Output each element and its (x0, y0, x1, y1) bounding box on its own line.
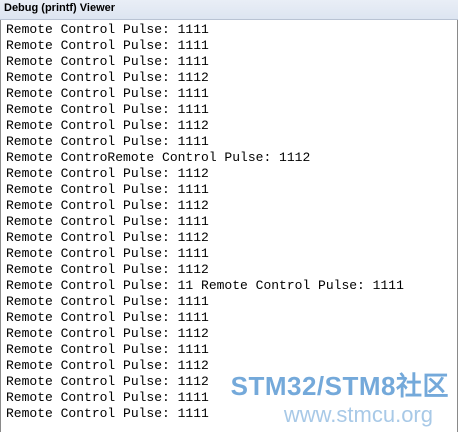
log-line: Remote Control Pulse: 1112 (6, 374, 209, 389)
log-line: Remote Control Pulse: 1112 (6, 198, 209, 213)
log-line: Remote Control Pulse: 1111 (6, 38, 209, 53)
log-line: Remote Control Pulse: 1112 (6, 166, 209, 181)
log-line: Remote Control Pulse: 1111 (6, 406, 209, 421)
window-title: Debug (printf) Viewer (4, 2, 116, 14)
log-line: Remote Control Pulse: 1112 (6, 118, 209, 133)
log-output: Remote Control Pulse: 1111 Remote Control… (6, 22, 404, 422)
log-line: Remote Control Pulse: 1112 (6, 262, 209, 277)
log-line: Remote Control Pulse: 1111 (6, 22, 209, 37)
log-line: Remote Control Pulse: 1111 (6, 102, 209, 117)
log-line: Remote Control Pulse: 1111 (6, 310, 209, 325)
log-line: Remote Control Pulse: 1111 (6, 246, 209, 261)
log-line: Remote Control Pulse: 1111 (6, 294, 209, 309)
log-line: Remote Control Pulse: 1111 (6, 214, 209, 229)
log-line: Remote Control Pulse: 1111 (6, 390, 209, 405)
log-line: Remote Control Pulse: 1112 (6, 326, 209, 341)
title-bar[interactable]: Debug (printf) Viewer (0, 0, 458, 20)
log-line: Remote Control Pulse: 1112 (6, 358, 209, 373)
log-line: Remote Control Pulse: 1111 (6, 342, 209, 357)
output-pane[interactable]: Remote Control Pulse: 1111 Remote Control… (0, 20, 458, 432)
log-line: Remote Control Pulse: 1111 (6, 182, 209, 197)
log-line: Remote Control Pulse: 11 Remote Control … (6, 278, 404, 293)
log-line: Remote ControRemote Control Pulse: 1112 (6, 150, 311, 165)
log-line: Remote Control Pulse: 1111 (6, 86, 209, 101)
log-line: Remote Control Pulse: 1112 (6, 230, 209, 245)
log-line: Remote Control Pulse: 1111 (6, 134, 209, 149)
log-line: Remote Control Pulse: 1112 (6, 70, 209, 85)
log-line: Remote Control Pulse: 1111 (6, 54, 209, 69)
debug-printf-viewer-window: Debug (printf) Viewer Remote Control Pul… (0, 0, 458, 432)
